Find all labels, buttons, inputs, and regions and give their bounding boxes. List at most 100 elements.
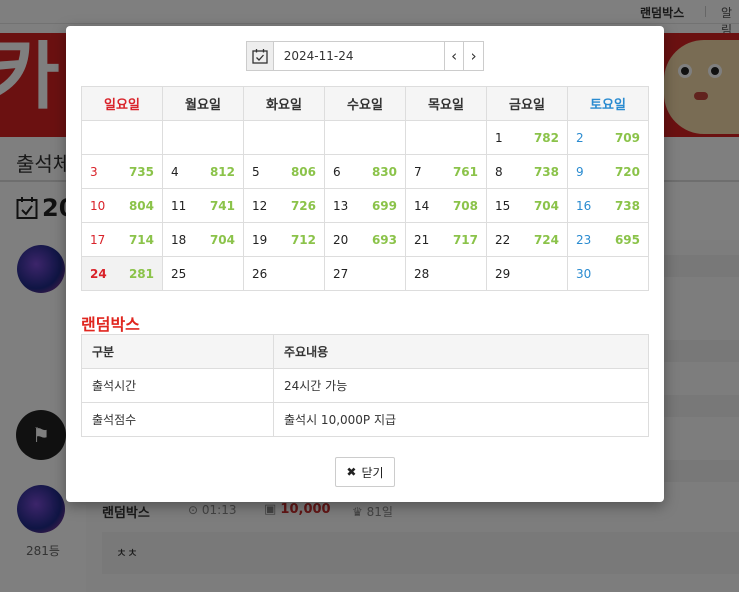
attendance-count: 720 [614,164,640,179]
day-number: 7 [414,164,422,179]
info-value: 24시간 가능 [273,368,649,403]
calendar-day-cell[interactable]: 13 699 [324,188,406,223]
day-cell-content: 13 699 [333,199,397,213]
chevron-right-icon: › [470,47,477,65]
day-number: 13 [333,198,349,213]
calendar-day-cell[interactable]: 20 693 [324,222,406,257]
attendance-count: 738 [533,164,559,179]
attendance-count: 724 [533,232,559,247]
calendar-day-cell[interactable]: 8 738 [486,154,568,189]
day-number: 6 [333,164,341,179]
day-cell-content: 1 782 [495,131,559,145]
info-header: 구분 [81,334,274,369]
attendance-count: 712 [290,232,316,247]
calendar-button[interactable] [247,42,274,70]
date-input[interactable] [273,42,444,70]
info-header-row: 구분 주요내용 [81,334,649,369]
day-number: 18 [171,232,187,247]
calendar-day-cell[interactable]: 18 704 [162,222,244,257]
day-number: 11 [171,198,187,213]
day-number: 1 [495,130,503,145]
calendar-day-cell[interactable]: 17 714 [81,222,163,257]
calendar-day-cell[interactable]: 14 708 [405,188,487,223]
info-header: 주요내용 [273,334,649,369]
day-number: 24 [90,266,107,281]
info-label: 출석점수 [81,402,274,437]
calendar-day-cell[interactable]: 4 812 [162,154,244,189]
calendar-week-row: 24 281 25 26 27 28 29 30 [81,256,649,291]
day-number: 21 [414,232,430,247]
calendar-week-row: 1 782 2 709 [81,120,649,155]
calendar-day-cell[interactable]: 11 741 [162,188,244,223]
calendar-day-cell[interactable]: 10 804 [81,188,163,223]
info-row: 출석시간 24시간 가능 [81,368,649,403]
calendar-day-cell[interactable]: 24 281 [81,256,163,291]
day-number: 23 [576,232,592,247]
day-cell-content: 28 [414,267,478,281]
calendar-day-cell [405,120,487,155]
day-cell-content: 10 804 [90,199,154,213]
calendar-day-cell[interactable]: 7 761 [405,154,487,189]
day-cell-content: 17 714 [90,233,154,247]
day-cell-content: 30 [576,267,640,281]
calendar-day-cell[interactable]: 9 720 [567,154,649,189]
calendar-day-cell[interactable]: 3 735 [81,154,163,189]
day-number: 29 [495,266,511,281]
attendance-calendar-modal: ‹ › 일요일 월요일 화요일 수요일 목요일 금요일 토요일 17822709… [66,26,664,502]
day-number: 10 [90,198,106,213]
calendar-day-cell[interactable]: 12 726 [243,188,325,223]
day-cell-content: 20 693 [333,233,397,247]
day-cell-content: 8 738 [495,165,559,179]
calendar-day-cell[interactable]: 29 [486,256,568,291]
calendar-day-cell[interactable]: 26 [243,256,325,291]
calendar-day-cell[interactable]: 22 724 [486,222,568,257]
day-number: 26 [252,266,268,281]
next-month-button[interactable]: › [463,42,483,70]
attendance-count: 695 [614,232,640,247]
calendar-week-row: 17 714 18 704 19 712 20 693 21 717 22 724 23 695 [81,222,649,257]
info-value: 출석시 10,000P 지급 [273,402,649,437]
attendance-count: 738 [614,198,640,213]
day-cell-content: 23 695 [576,233,640,247]
weekday-header: 목요일 [405,86,487,121]
day-number: 16 [576,198,592,213]
calendar-day-cell[interactable]: 25 [162,256,244,291]
info-row: 출석점수 출석시 10,000P 지급 [81,402,649,437]
calendar-day-cell [162,120,244,155]
attendance-count: 714 [128,232,154,247]
calendar-day-cell[interactable]: 30 [567,256,649,291]
attendance-count: 693 [371,232,397,247]
calendar-day-cell[interactable]: 19 712 [243,222,325,257]
calendar-day-cell[interactable]: 2 709 [567,120,649,155]
attendance-count: 704 [209,232,235,247]
calendar-day-cell[interactable]: 23 695 [567,222,649,257]
calendar-day-cell[interactable]: 27 [324,256,406,291]
calendar-week-row: 3 735 4 812 5 806 6 830 7 761 8 738 9 720 [81,154,649,189]
calendar-check-icon [252,49,268,64]
attendance-count: 812 [209,164,235,179]
day-cell-content: 16 738 [576,199,640,213]
calendar-day-cell [324,120,406,155]
close-button-label: 닫기 [361,465,384,480]
calendar-day-cell[interactable]: 1 782 [486,120,568,155]
day-number: 30 [576,266,592,281]
day-number: 12 [252,198,268,213]
calendar-day-cell[interactable]: 28 [405,256,487,291]
prev-month-button[interactable]: ‹ [443,42,464,70]
calendar-day-cell[interactable]: 6 830 [324,154,406,189]
calendar-header-row: 일요일 월요일 화요일 수요일 목요일 금요일 토요일 [81,86,649,121]
calendar-day-cell[interactable]: 21 717 [405,222,487,257]
calendar-day-cell[interactable]: 15 704 [486,188,568,223]
day-cell-content: 7 761 [414,165,478,179]
calendar-day-cell[interactable]: 5 806 [243,154,325,189]
day-number: 14 [414,198,430,213]
day-number: 27 [333,266,349,281]
day-number: 19 [252,232,268,247]
attendance-count: 708 [452,198,478,213]
close-button[interactable]: ✖ 닫기 [335,457,395,487]
calendar-day-cell[interactable]: 16 738 [567,188,649,223]
day-number: 3 [90,164,98,179]
day-number: 5 [252,164,260,179]
attendance-count: 782 [533,130,559,145]
attendance-count: 735 [128,164,154,179]
